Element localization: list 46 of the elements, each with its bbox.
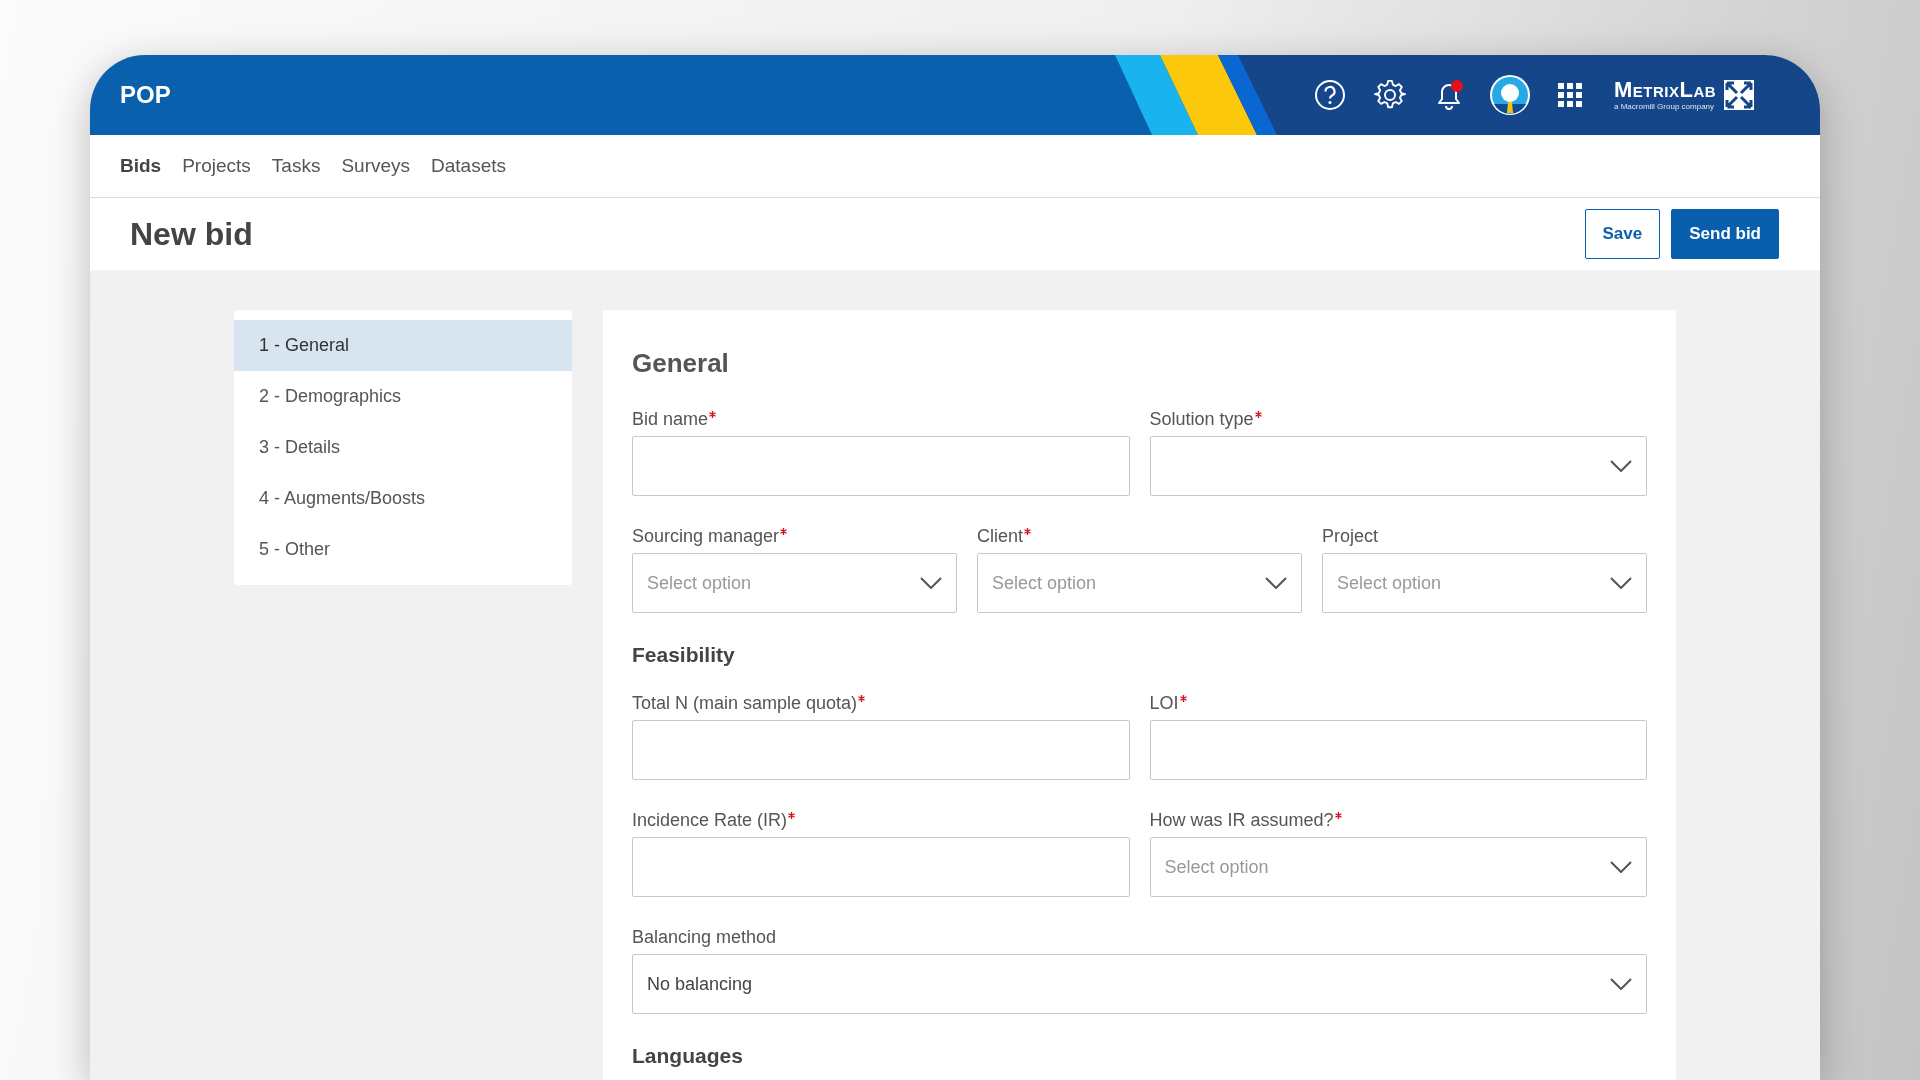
save-button[interactable]: Save: [1584, 209, 1661, 259]
help-icon[interactable]: [1314, 79, 1346, 111]
chevron-down-icon: [1265, 577, 1287, 589]
field-label: Balancing method: [632, 927, 777, 948]
settings-icon[interactable]: [1374, 79, 1406, 111]
field-label: Sourcing manager: [632, 526, 780, 547]
nav-tab[interactable]: Datasets: [431, 155, 507, 177]
text-field[interactable]: [632, 720, 1130, 780]
text-field[interactable]: [1149, 720, 1647, 780]
step-item[interactable]: 3 - Details: [234, 422, 572, 473]
field-label: Total N (main sample quota): [632, 693, 858, 714]
brand-tagline: a Macromill Group company: [1614, 103, 1716, 111]
section-heading: Languages: [632, 1044, 744, 1068]
chevron-down-icon: [1610, 861, 1632, 873]
field-label: Solution type: [1149, 409, 1254, 430]
chevron-down-icon: [920, 577, 942, 589]
field-label: LOI: [1149, 693, 1179, 714]
field-label: Bid name: [632, 409, 709, 430]
step-item[interactable]: 4 - Augments/Boosts: [234, 473, 572, 524]
app-grid-icon[interactable]: [1558, 83, 1582, 107]
select-field[interactable]: No balancing: [632, 954, 1647, 1014]
field-label: How was IR assumed?: [1149, 810, 1334, 831]
section-heading: Feasibility: [632, 643, 736, 667]
brand-name: MetrixLab: [1614, 79, 1717, 101]
page-title: New bid: [130, 215, 254, 253]
nav-tab[interactable]: Projects: [182, 155, 251, 177]
select-field[interactable]: [1149, 436, 1647, 496]
avatar-icon[interactable]: [1489, 74, 1531, 116]
form-title: General: [632, 348, 730, 379]
step-item[interactable]: 2 - Demographics: [234, 371, 572, 422]
nav-tab[interactable]: Surveys: [341, 155, 411, 177]
text-field[interactable]: [632, 837, 1130, 897]
step-item[interactable]: 5 - Other: [234, 524, 572, 575]
chevron-down-icon: [1610, 460, 1632, 472]
chevron-down-icon: [1610, 577, 1632, 589]
step-item[interactable]: 1 - General: [234, 320, 572, 371]
field-label: Client: [977, 526, 1024, 547]
nav-tab[interactable]: Bids: [120, 155, 162, 177]
field-label: Project: [1322, 526, 1379, 547]
text-field[interactable]: [632, 436, 1130, 496]
field-label: Incidence Rate (IR): [632, 810, 788, 831]
logo-icon: [1724, 80, 1755, 110]
nav-tab[interactable]: Tasks: [271, 155, 321, 177]
chevron-down-icon: [1610, 978, 1632, 990]
send-button[interactable]: Send bid: [1671, 209, 1779, 259]
app-name: POP: [120, 81, 171, 109]
